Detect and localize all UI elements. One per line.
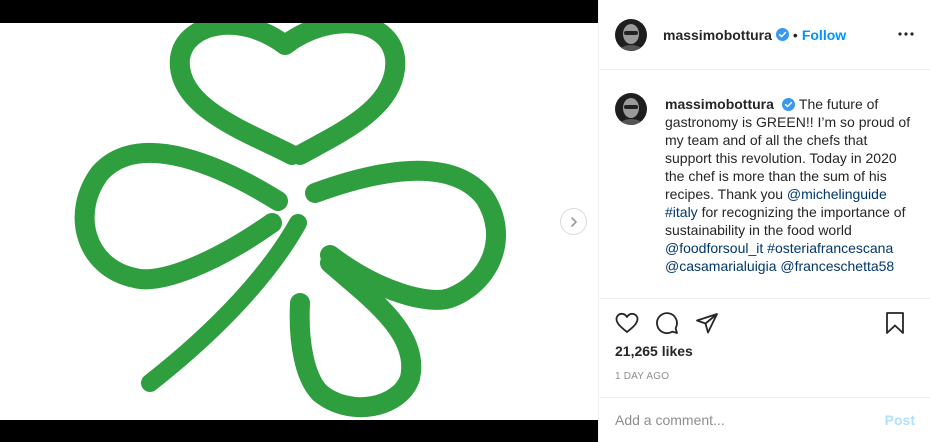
michelin-clover-icon [74,23,506,418]
post-caption: massimobottura The future of gastronomy … [665,95,911,275]
share-icon [696,313,718,334]
profile-photo-icon [615,93,647,125]
chevron-right-icon [570,216,577,227]
avatar[interactable] [615,18,647,51]
heart-icon [615,312,639,333]
clover-logo-image [0,23,598,420]
post-timestamp[interactable]: 1 DAY AGO [615,371,915,382]
comment-input[interactable] [615,412,877,428]
verified-badge-icon [775,28,789,41]
header-separator: • [792,26,798,43]
bookmark-icon [886,312,904,334]
hashtag-italy[interactable]: #italy [665,204,698,220]
profile-photo-icon [615,18,647,51]
post-comment-button[interactable]: Post [885,412,915,428]
caption-avatar[interactable] [615,93,647,125]
likes-count[interactable]: 21,265 likes [615,343,915,359]
more-horizontal-icon [898,32,914,36]
next-image-button[interactable] [560,208,587,235]
mention-michelinguide[interactable]: @michelinguide [787,186,887,202]
mention-foodforsoul[interactable]: @foodforsoul_it [665,240,763,256]
save-button[interactable] [883,311,907,335]
instagram-post: massimobottura • Follow massimobottura T… [0,0,930,442]
like-button[interactable] [615,311,639,335]
action-icons-row [615,299,915,347]
comments-section: massimobottura The future of gastronomy … [599,71,930,298]
follow-button[interactable]: Follow [802,27,846,43]
share-button[interactable] [695,311,719,335]
caption-text-2: for recognizing the importance of sustai… [665,204,906,238]
hashtag-osteriafrancescana[interactable]: #osteriafrancescana [767,240,893,256]
mention-franceschetta58[interactable]: @franceschetta58 [780,258,894,274]
post-actions: 21,265 likes 1 DAY AGO [599,298,930,382]
more-options-button[interactable] [896,24,916,44]
comment-button[interactable] [655,311,679,335]
post-side-panel: massimobottura • Follow massimobottura T… [598,0,930,442]
add-comment-bar: Post [599,397,930,442]
verified-badge-icon [781,98,795,111]
comment-icon [656,312,678,335]
mention-casamarialuigia[interactable]: @casamarialuigia [665,258,776,274]
caption-username[interactable]: massimobottura [665,96,774,112]
post-media[interactable] [0,0,598,442]
caption-row: massimobottura The future of gastronomy … [615,93,915,275]
post-header: massimobottura • Follow [599,0,930,70]
header-username[interactable]: massimobottura [663,27,772,43]
